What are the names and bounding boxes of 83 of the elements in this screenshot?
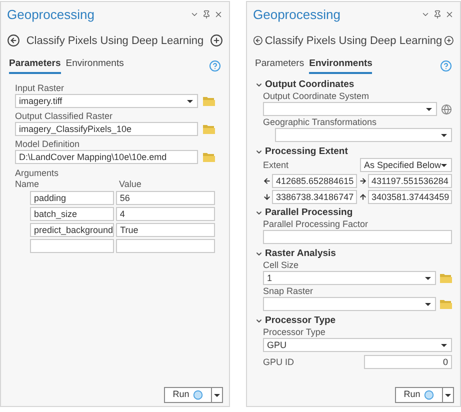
tab[interactable]: Environments <box>309 57 372 74</box>
column-header: Name <box>15 179 40 190</box>
dropdown-field[interactable]: imagery.tiff <box>15 94 198 108</box>
tab[interactable]: Environments <box>66 57 124 74</box>
globe-icon[interactable] <box>441 104 452 115</box>
back-icon[interactable] <box>7 34 20 48</box>
chevron-down-icon[interactable] <box>255 148 263 156</box>
play-icon <box>424 390 434 400</box>
help-icon[interactable] <box>209 60 221 72</box>
column-header: Value <box>119 179 142 190</box>
panel-title: Geoprocessing <box>253 6 340 24</box>
dropdown-caret-icon <box>187 100 193 103</box>
input-field[interactable]: 4 <box>116 207 215 222</box>
field-label: Output Coordinate System <box>263 91 370 102</box>
tool-title: Classify Pixels Using Deep Learning <box>264 34 442 48</box>
section-header[interactable]: Output Coordinates <box>265 78 354 92</box>
input-field[interactable]: batch_size <box>30 207 114 222</box>
dropdown-caret-icon <box>425 302 431 306</box>
dropdown-caret-icon <box>441 164 448 167</box>
run-button[interactable]: Run <box>395 387 443 403</box>
dropdown-caret-icon <box>425 276 431 280</box>
dropdown-field[interactable] <box>263 102 437 116</box>
panel-title: Geoprocessing <box>7 6 94 24</box>
field-label: Geographic Transformations <box>263 117 378 128</box>
input-field[interactable]: predict_background <box>30 223 114 238</box>
input-field[interactable]: 3386738.34186747 <box>272 190 356 204</box>
pin-icon[interactable] <box>433 10 442 20</box>
section-header[interactable]: Processor Type <box>265 314 336 328</box>
chevron-down-icon[interactable] <box>255 316 263 325</box>
close-icon[interactable] <box>214 10 223 20</box>
add-icon[interactable] <box>444 34 454 48</box>
dropdown-field[interactable]: As Specified Below <box>360 158 452 172</box>
field-label: Input Raster <box>15 82 66 94</box>
input-field[interactable] <box>116 239 215 254</box>
input-field[interactable] <box>263 230 452 244</box>
add-icon[interactable] <box>210 34 223 48</box>
down-arrow-icon <box>263 193 271 202</box>
section-header[interactable]: Processing Extent <box>265 145 348 158</box>
dropdown-field[interactable]: GPU <box>263 338 452 352</box>
tool-title: Classify Pixels Using Deep Learning <box>26 34 204 48</box>
field-label: Parallel Processing Factor <box>263 219 370 230</box>
field-label: Output Classified Raster <box>15 110 114 122</box>
pin-icon[interactable] <box>202 10 211 20</box>
tab[interactable]: Parameters <box>255 57 304 74</box>
chevron-down-icon[interactable] <box>255 80 263 89</box>
dropdown-field[interactable] <box>275 128 452 142</box>
dropdown-caret-icon <box>441 134 447 137</box>
input-field[interactable]: 56 <box>116 191 215 206</box>
input-field[interactable]: D:\LandCover Mapping\10e\10e.emd <box>15 150 198 164</box>
close-icon[interactable] <box>445 10 454 20</box>
input-field[interactable]: True <box>116 223 215 238</box>
section-label: Arguments <box>15 167 60 180</box>
play-icon <box>193 390 204 400</box>
section-header[interactable]: Parallel Processing <box>265 206 353 220</box>
section-header[interactable]: Raster Analysis <box>265 247 336 260</box>
run-button[interactable]: Run <box>164 387 212 403</box>
chevron-down-icon[interactable] <box>255 208 263 217</box>
field-label: GPU ID <box>263 356 294 368</box>
left-arrow-icon <box>263 177 271 186</box>
dropdown-field[interactable]: 1 <box>263 271 436 286</box>
up-arrow-icon <box>358 193 366 202</box>
input-field[interactable]: 412685.652884615 <box>272 174 356 188</box>
field-label: Processor Type <box>263 327 326 338</box>
dropdown-caret-icon <box>426 108 432 111</box>
dropdown-caret-icon <box>441 344 447 347</box>
input-field[interactable]: imagery_ClassifyPixels_10e <box>15 122 198 136</box>
chevron-down-icon[interactable] <box>255 250 263 258</box>
input-field[interactable]: 0 <box>364 355 452 370</box>
field-label: Snap Raster <box>263 286 314 298</box>
field-label: Extent <box>263 158 289 172</box>
input-field[interactable]: 3403581.37443459 <box>368 190 452 204</box>
input-field[interactable] <box>30 239 114 254</box>
dropdown-field[interactable] <box>263 297 436 312</box>
input-field[interactable]: 431197.551536284 <box>368 174 452 188</box>
back-icon[interactable] <box>253 34 263 48</box>
run-options-button[interactable] <box>212 387 223 403</box>
field-label: Cell Size <box>263 260 300 272</box>
tab[interactable]: Parameters <box>9 57 61 74</box>
input-field[interactable]: padding <box>30 191 114 206</box>
right-arrow-icon <box>358 177 366 186</box>
field-label: Model Definition <box>15 138 81 150</box>
help-icon[interactable] <box>440 60 452 72</box>
run-options-button[interactable] <box>443 387 454 403</box>
